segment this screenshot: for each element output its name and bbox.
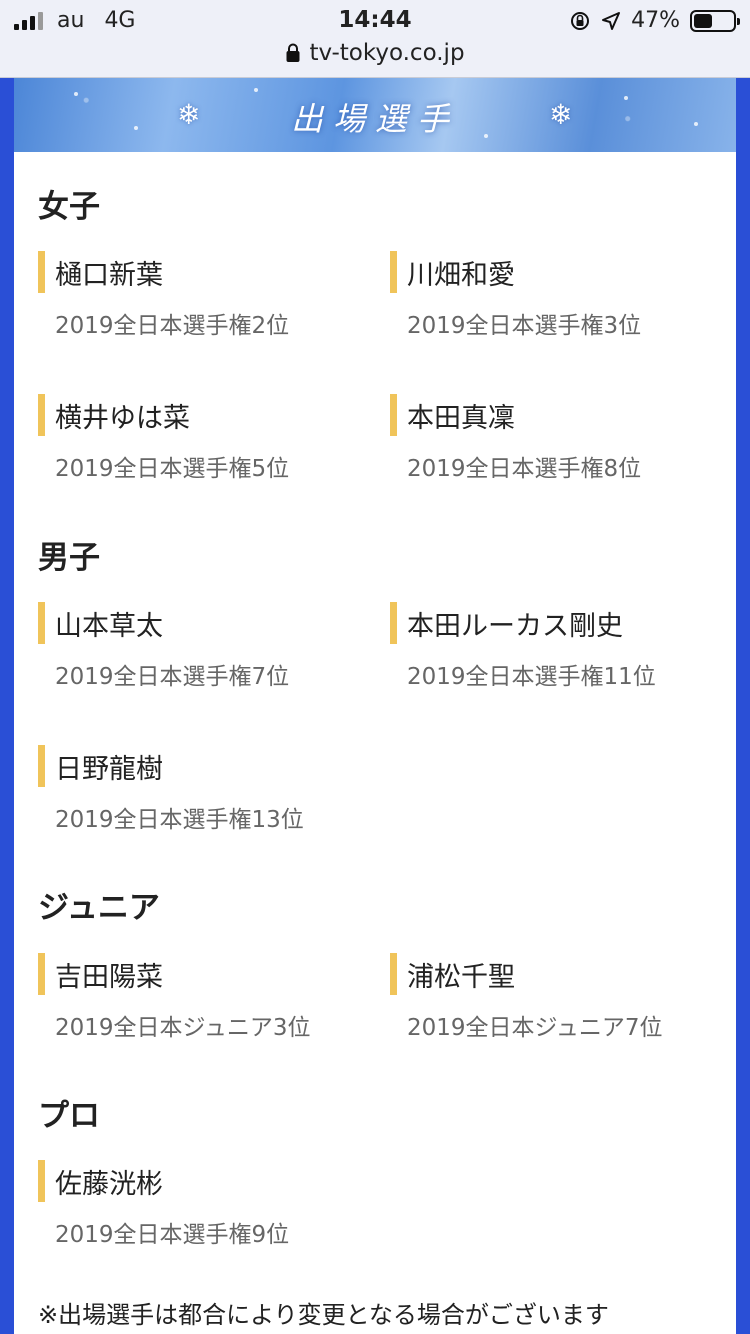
athlete-name: 川畑和愛 [407,260,515,291]
athlete-rank: 2019全日本選手権11位 [407,664,656,690]
orientation-lock-icon [571,11,590,30]
athlete-name: 樋口新葉 [55,260,163,291]
athlete-rank: 2019全日本選手権7位 [55,664,290,690]
section-title-men: 男子 [38,540,100,576]
accent-bar [390,394,397,436]
athlete-rank: 2019全日本選手権8位 [407,456,642,482]
snowflake-icon: ❄ [549,98,573,131]
athlete-rank: 2019全日本選手権13位 [55,807,304,833]
disclaimer-note: ※出場選手は都合により変更となる場合がございます [38,1301,609,1329]
section-banner: ❄ 出場選手 ❄ [14,78,736,152]
athlete-name: 本田真凜 [407,403,515,434]
address-bar[interactable]: tv-tokyo.co.jp [0,40,750,66]
accent-bar [390,953,397,995]
url-text: tv-tokyo.co.jp [309,40,465,66]
athlete-rank: 2019全日本選手権5位 [55,456,290,482]
lock-icon [286,43,300,62]
accent-bar [38,394,45,436]
athlete-name: 佐藤洸彬 [55,1169,163,1200]
accent-bar [38,1160,45,1202]
accent-bar [38,251,45,293]
athlete-name: 山本草太 [55,611,163,642]
athlete-name: 吉田陽菜 [55,962,163,993]
accent-bar [38,953,45,995]
section-title-junior: ジュニア [38,890,160,926]
athlete-rank: 2019全日本選手権2位 [55,313,290,339]
accent-bar [390,251,397,293]
battery-icon [690,9,740,32]
accent-bar [390,602,397,644]
athlete-rank: 2019全日本選手権9位 [55,1222,290,1248]
content-card: ❄ 出場選手 ❄ 女子 樋口新葉 2019全日本選手権2位 川畑和愛 2019全… [14,78,736,1334]
accent-bar [38,602,45,644]
banner-title: 出場選手 [290,100,459,138]
location-arrow-icon [602,11,621,30]
section-title-pro: プロ [38,1098,100,1134]
athlete-rank: 2019全日本選手権3位 [407,313,642,339]
battery-percentage: 47% [631,8,680,33]
athlete-name: 浦松千聖 [407,962,515,993]
athlete-name: 日野龍樹 [55,754,163,785]
athlete-name: 本田ルーカス剛史 [407,611,623,642]
accent-bar [38,745,45,787]
athlete-rank: 2019全日本ジュニア3位 [55,1015,311,1041]
athlete-name: 横井ゆは菜 [55,403,190,434]
status-bar: au 4G 14:44 47% tv-tokyo.co.jp [0,0,750,78]
section-title-women: 女子 [38,189,100,225]
athlete-rank: 2019全日本ジュニア7位 [407,1015,663,1041]
